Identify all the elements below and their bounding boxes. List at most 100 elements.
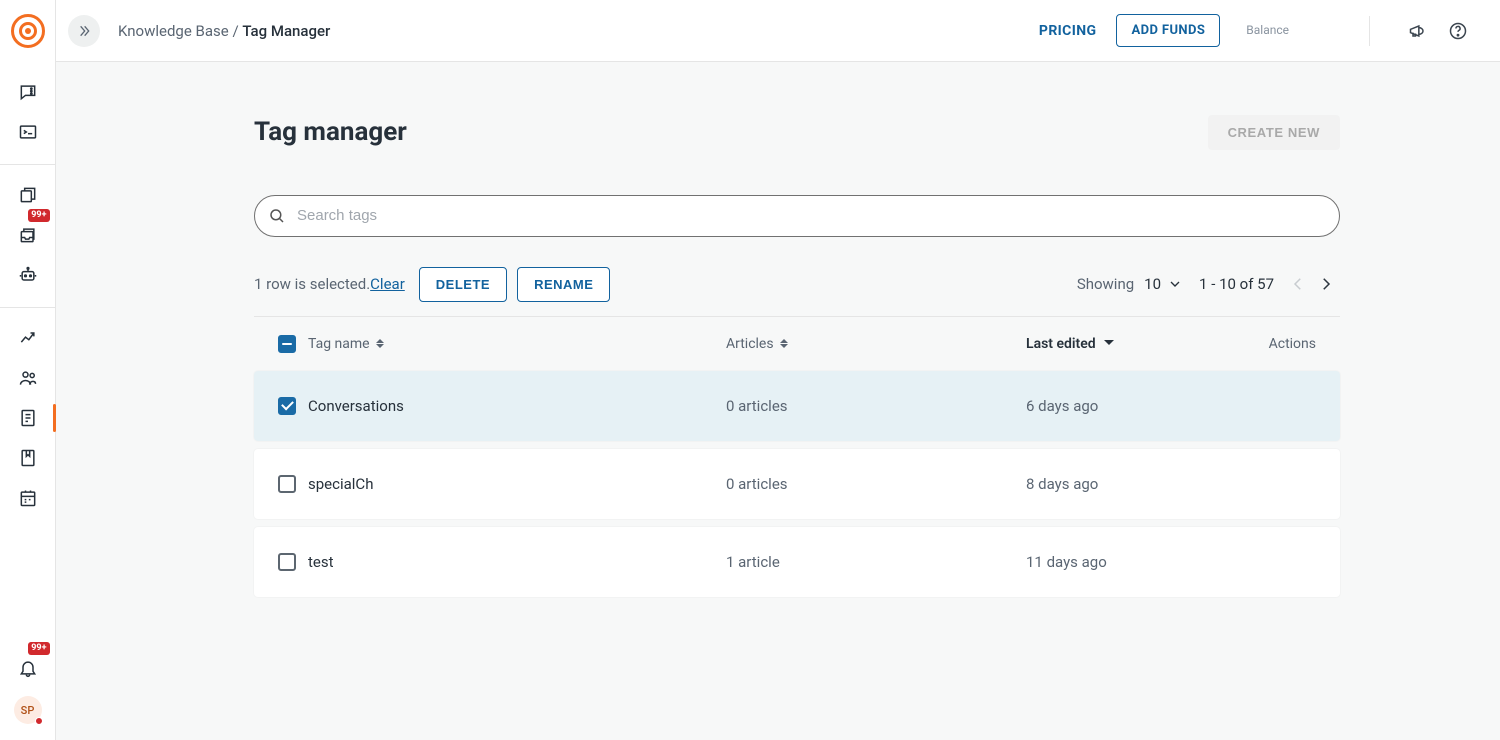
showing-label: Showing (1077, 275, 1134, 293)
megaphone-icon (1408, 21, 1428, 41)
inbox-icon (18, 225, 38, 245)
avatar-initials: SP (21, 704, 35, 717)
sidebar-item-calendar[interactable] (0, 478, 56, 518)
page-title: Tag manager (254, 117, 407, 147)
breadcrumb-parent[interactable]: Knowledge Base (118, 22, 229, 40)
row-name-cell: test (308, 553, 726, 571)
row-checkbox[interactable] (278, 397, 296, 415)
search-input[interactable] (254, 195, 1340, 237)
logo-cell (0, 0, 55, 62)
balance-label: Balance (1246, 23, 1289, 37)
sidebar-item-analytics[interactable] (0, 318, 56, 358)
help-button[interactable] (1448, 21, 1468, 41)
chevron-down-icon (1167, 276, 1183, 292)
chevrons-right-icon (76, 23, 92, 39)
select-all-checkbox[interactable] (278, 335, 296, 353)
prev-page-button[interactable] (1284, 270, 1312, 298)
add-funds-button[interactable]: ADD FUNDS (1116, 14, 1220, 47)
col-articles-label: Articles (726, 336, 774, 352)
search-wrapper (254, 195, 1340, 237)
clear-selection-link[interactable]: Clear (370, 275, 405, 293)
book-icon (18, 408, 38, 428)
page-header: Knowledge Base / Tag Manager PRICING ADD… (56, 0, 1500, 62)
create-new-button[interactable]: CREATE NEW (1208, 115, 1340, 150)
user-avatar[interactable]: SP (14, 696, 42, 724)
row-checkbox-cell (278, 475, 308, 493)
sidebar-item-notifications[interactable]: 99+ (0, 648, 56, 688)
status-dot-icon (35, 717, 43, 725)
row-checkbox[interactable] (278, 553, 296, 571)
table-body: Conversations0 articles6 days agospecial… (254, 371, 1340, 597)
brand-logo[interactable] (11, 14, 45, 48)
sidebar-item-bot[interactable] (0, 255, 56, 295)
app-sidebar: 99+ 99+ SP (0, 0, 56, 740)
title-row: Tag manager CREATE NEW (254, 100, 1340, 165)
next-page-button[interactable] (1312, 270, 1340, 298)
terminal-icon (18, 122, 38, 142)
search-icon (268, 207, 286, 225)
delete-button[interactable]: DELETE (419, 267, 507, 302)
sidebar-bottom: 99+ SP (0, 648, 55, 740)
select-all-cell (278, 335, 308, 353)
rename-button[interactable]: RENAME (517, 267, 610, 302)
sort-icon (780, 339, 788, 348)
sidebar-item-inbox[interactable]: 99+ (0, 215, 56, 255)
sidebar-group-1 (0, 62, 55, 152)
row-checkbox[interactable] (278, 475, 296, 493)
row-articles-cell: 0 articles (726, 397, 1026, 415)
table-row[interactable]: Conversations0 articles6 days ago (254, 371, 1340, 441)
table-toolbar: 1 row is selected. Clear DELETE RENAME S… (254, 267, 1340, 302)
chat-icon (18, 82, 38, 102)
notification-badge: 99+ (28, 642, 49, 655)
pricing-link[interactable]: PRICING (1039, 23, 1097, 39)
sidebar-item-bookmark[interactable] (0, 438, 56, 478)
column-header-articles[interactable]: Articles (726, 336, 1026, 352)
bookmark-icon (18, 448, 38, 468)
sort-desc-icon (1104, 340, 1114, 345)
row-edited-cell: 8 days ago (1026, 475, 1256, 493)
row-edited-cell: 11 days ago (1026, 553, 1256, 571)
page-size-value: 10 (1144, 275, 1161, 293)
col-actions-label: Actions (1269, 336, 1316, 352)
page-range-text: 1 - 10 of 57 (1199, 275, 1274, 293)
sidebar-item-chat[interactable] (0, 72, 56, 112)
balance-display: Balance (1246, 23, 1289, 37)
bot-icon (18, 265, 38, 285)
bell-icon (18, 658, 38, 678)
announce-button[interactable] (1408, 21, 1428, 41)
help-circle-icon (1448, 21, 1468, 41)
row-checkbox-cell (278, 553, 308, 571)
row-articles-cell: 0 articles (726, 475, 1026, 493)
sidebar-item-people[interactable] (0, 358, 56, 398)
col-edited-label: Last edited (1026, 336, 1096, 352)
breadcrumb-current: Tag Manager (242, 22, 330, 40)
row-name-cell: Conversations (308, 397, 726, 415)
page-content: Tag manager CREATE NEW 1 row is selected… (56, 62, 1500, 740)
table-header-row: Tag name Articles Last edited Actions (254, 316, 1340, 371)
expand-sidebar-button[interactable] (68, 15, 100, 47)
main-area: Knowledge Base / Tag Manager PRICING ADD… (56, 0, 1500, 740)
chevron-left-icon (1289, 275, 1307, 293)
page-size-select[interactable]: 10 (1144, 275, 1183, 293)
breadcrumb: Knowledge Base / Tag Manager (118, 22, 330, 40)
chevron-right-icon (1317, 275, 1335, 293)
column-header-last-edited[interactable]: Last edited (1026, 336, 1256, 352)
people-icon (18, 368, 38, 388)
sidebar-group-2: 99+ (0, 165, 55, 295)
row-checkbox-cell (278, 397, 308, 415)
calendar-icon (18, 488, 38, 508)
sort-icon (376, 339, 384, 348)
sidebar-group-3 (0, 308, 55, 518)
header-divider (1369, 16, 1370, 46)
row-name-cell: specialCh (308, 475, 726, 493)
clone-icon (18, 185, 38, 205)
sidebar-badge: 99+ (28, 209, 49, 222)
row-articles-cell: 1 article (726, 553, 1026, 571)
breadcrumb-sep: / (232, 22, 242, 40)
column-header-name[interactable]: Tag name (308, 336, 726, 352)
row-edited-cell: 6 days ago (1026, 397, 1256, 415)
table-row[interactable]: specialCh0 articles8 days ago (254, 449, 1340, 519)
sidebar-item-knowledge-base[interactable] (0, 398, 56, 438)
sidebar-item-terminal[interactable] (0, 112, 56, 152)
table-row[interactable]: test1 article11 days ago (254, 527, 1340, 597)
